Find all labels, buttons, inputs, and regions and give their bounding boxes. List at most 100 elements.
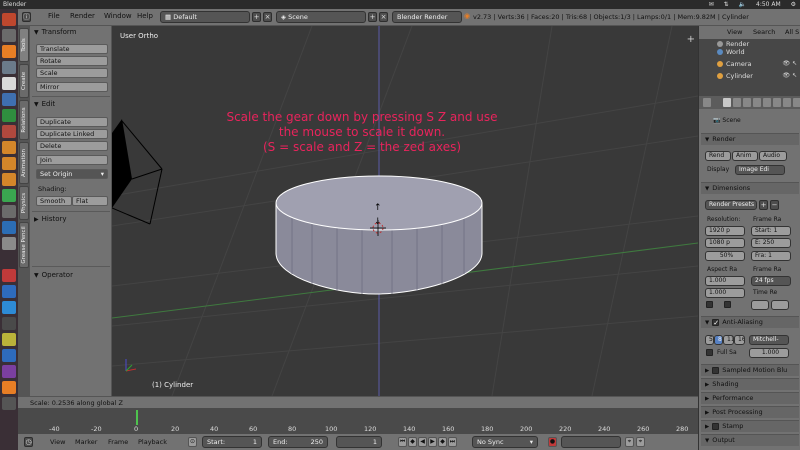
delete-keyframe-icon[interactable]: ⌖ bbox=[636, 437, 645, 447]
aa-samples-8[interactable]: 8 bbox=[714, 335, 723, 345]
frame-end-field[interactable]: E: 250 bbox=[751, 238, 791, 248]
delete-button[interactable]: Delete bbox=[36, 141, 108, 151]
files-icon[interactable] bbox=[2, 29, 16, 42]
outliner[interactable]: View Search All S Render World Camera 👁 … bbox=[698, 26, 800, 96]
record-icon[interactable]: ● bbox=[548, 437, 557, 447]
impress-icon[interactable] bbox=[2, 125, 16, 138]
calc-icon[interactable] bbox=[2, 109, 16, 122]
border-checkbox[interactable] bbox=[706, 301, 713, 308]
outliner-display-mode[interactable]: All S bbox=[785, 28, 799, 36]
full-sample-checkbox[interactable] bbox=[706, 349, 713, 356]
remove-preset-button[interactable]: − bbox=[770, 200, 779, 210]
sampled-motion-blur-panel-header[interactable]: ▶ Sampled Motion Blu bbox=[701, 364, 799, 376]
remove-layout-button[interactable]: × bbox=[263, 12, 272, 22]
jump-start-icon[interactable]: ⏮ bbox=[398, 437, 407, 447]
menu-marker[interactable]: Marker bbox=[75, 438, 97, 446]
time-remap-old-field[interactable] bbox=[751, 300, 769, 310]
mirror-button[interactable]: Mirror bbox=[36, 82, 108, 92]
tab-relations[interactable]: Relations bbox=[19, 100, 29, 140]
render-panel-header[interactable]: ▼ Render bbox=[701, 133, 799, 145]
writer-icon[interactable] bbox=[2, 93, 16, 106]
scene-tab-icon[interactable] bbox=[743, 98, 751, 107]
motion-blur-checkbox[interactable] bbox=[712, 366, 720, 374]
cylinder-object[interactable] bbox=[275, 175, 483, 295]
app-icon-4[interactable] bbox=[2, 333, 16, 346]
preview-range-icon[interactable]: ⊙ bbox=[188, 437, 197, 447]
visibility-eye-icon[interactable]: 👁 ↖ bbox=[782, 72, 797, 79]
timeline-editor[interactable]: -40 -20 0 20 40 60 80 100 120 140 160 18… bbox=[18, 408, 698, 434]
keying-set-field[interactable] bbox=[561, 436, 621, 448]
outliner-row-world[interactable]: World bbox=[717, 48, 745, 56]
rotate-button[interactable]: Rotate bbox=[36, 56, 108, 66]
play-reverse-icon[interactable]: ◀ bbox=[418, 437, 427, 447]
stamp-checkbox[interactable] bbox=[712, 422, 720, 430]
object-tab-icon[interactable] bbox=[763, 98, 771, 107]
time-remap-new-field[interactable] bbox=[771, 300, 789, 310]
prev-keyframe-icon[interactable]: ◆ bbox=[408, 437, 417, 447]
scene-select[interactable]: ◈ Scene bbox=[276, 11, 366, 23]
outliner-row-render[interactable]: Render bbox=[717, 40, 749, 48]
translate-button[interactable]: Translate bbox=[36, 44, 108, 54]
current-frame-marker[interactable] bbox=[136, 410, 138, 425]
remove-scene-button[interactable]: × bbox=[379, 12, 388, 22]
duplicate-button[interactable]: Duplicate bbox=[36, 117, 108, 127]
menu-window[interactable]: Window bbox=[104, 12, 132, 20]
screen-layout-select[interactable]: ▦ Default bbox=[160, 11, 250, 23]
properties-editor-icon[interactable] bbox=[703, 98, 711, 107]
stamp-panel-header[interactable]: ▶ Stamp bbox=[701, 420, 799, 432]
tab-create[interactable]: Create bbox=[19, 64, 29, 98]
next-keyframe-icon[interactable]: ◆ bbox=[438, 437, 447, 447]
aa-samples-5[interactable]: 5 bbox=[705, 335, 714, 345]
add-layout-button[interactable]: + bbox=[252, 12, 261, 22]
camera-object[interactable] bbox=[112, 119, 163, 225]
outliner-view-menu[interactable]: View bbox=[727, 28, 742, 36]
set-origin-dropdown[interactable]: Set Origin ▾ bbox=[36, 169, 108, 179]
app-icon-6[interactable] bbox=[2, 365, 16, 378]
tab-tools[interactable]: Tools bbox=[19, 28, 29, 62]
visibility-eye-icon[interactable]: 👁 ↖ bbox=[782, 60, 797, 67]
start-frame-field[interactable]: Start: 1 bbox=[202, 436, 262, 448]
outliner-row-camera[interactable]: Camera bbox=[717, 60, 752, 68]
end-frame-field[interactable]: End: 250 bbox=[268, 436, 328, 448]
tab-physics[interactable]: Physics bbox=[19, 186, 29, 220]
render-animation-button[interactable]: Anim bbox=[732, 151, 758, 161]
gmail-icon[interactable] bbox=[2, 269, 16, 282]
app-icon-3[interactable] bbox=[2, 317, 16, 330]
app-icon[interactable] bbox=[2, 205, 16, 218]
vlc-cone-icon-3[interactable] bbox=[2, 173, 16, 186]
resolution-y-field[interactable]: 1080 p bbox=[705, 238, 745, 248]
firefox-icon[interactable] bbox=[2, 45, 16, 58]
aa-filter-select[interactable]: Mitchell- bbox=[749, 335, 789, 345]
menu-help[interactable]: Help bbox=[137, 12, 153, 20]
software-center-icon[interactable] bbox=[2, 77, 16, 90]
render-audio-button[interactable]: Audio bbox=[759, 151, 787, 161]
network-icon[interactable]: ⇅ bbox=[724, 1, 729, 8]
add-scene-button[interactable]: + bbox=[368, 12, 377, 22]
aspect-y-field[interactable]: 1.000 bbox=[705, 288, 745, 298]
vlc-cone-icon[interactable] bbox=[2, 141, 16, 154]
play-icon[interactable]: ▶ bbox=[428, 437, 437, 447]
tab-animation[interactable]: Animation bbox=[19, 142, 29, 184]
anti-aliasing-checkbox[interactable] bbox=[712, 318, 720, 329]
app-icon-5[interactable] bbox=[2, 349, 16, 362]
properties-editor[interactable]: 📷 Scene ▼ Render Rend Anim Audio Display … bbox=[698, 96, 800, 450]
editor-type-icon[interactable]: ⓘ bbox=[22, 12, 31, 22]
scale-button[interactable]: Scale bbox=[36, 68, 108, 78]
blender-icon[interactable] bbox=[2, 381, 16, 394]
frame-step-field[interactable]: Fra: 1 bbox=[751, 251, 791, 261]
menu-render[interactable]: Render bbox=[70, 12, 95, 20]
output-panel-header[interactable]: ▼ Output bbox=[701, 434, 799, 446]
duplicate-linked-button[interactable]: Duplicate Linked bbox=[36, 129, 108, 139]
aspect-x-field[interactable]: 1.000 bbox=[705, 276, 745, 286]
render-layers-tab-icon[interactable] bbox=[733, 98, 741, 107]
display-select[interactable]: Image Edi bbox=[735, 165, 785, 175]
constraints-tab-icon[interactable] bbox=[773, 98, 781, 107]
smooth-button[interactable]: Smooth bbox=[36, 196, 72, 206]
anti-aliasing-panel-header[interactable]: ▼ Anti-Aliasing bbox=[701, 316, 799, 329]
data-tab-icon[interactable] bbox=[793, 98, 800, 107]
web-icon[interactable] bbox=[2, 301, 16, 314]
menu-playback[interactable]: Playback bbox=[138, 438, 167, 446]
outliner-row-cylinder[interactable]: Cylinder bbox=[717, 72, 753, 80]
terminal-icon[interactable] bbox=[2, 61, 16, 74]
render-engine-select[interactable]: Blender Render bbox=[392, 11, 462, 23]
